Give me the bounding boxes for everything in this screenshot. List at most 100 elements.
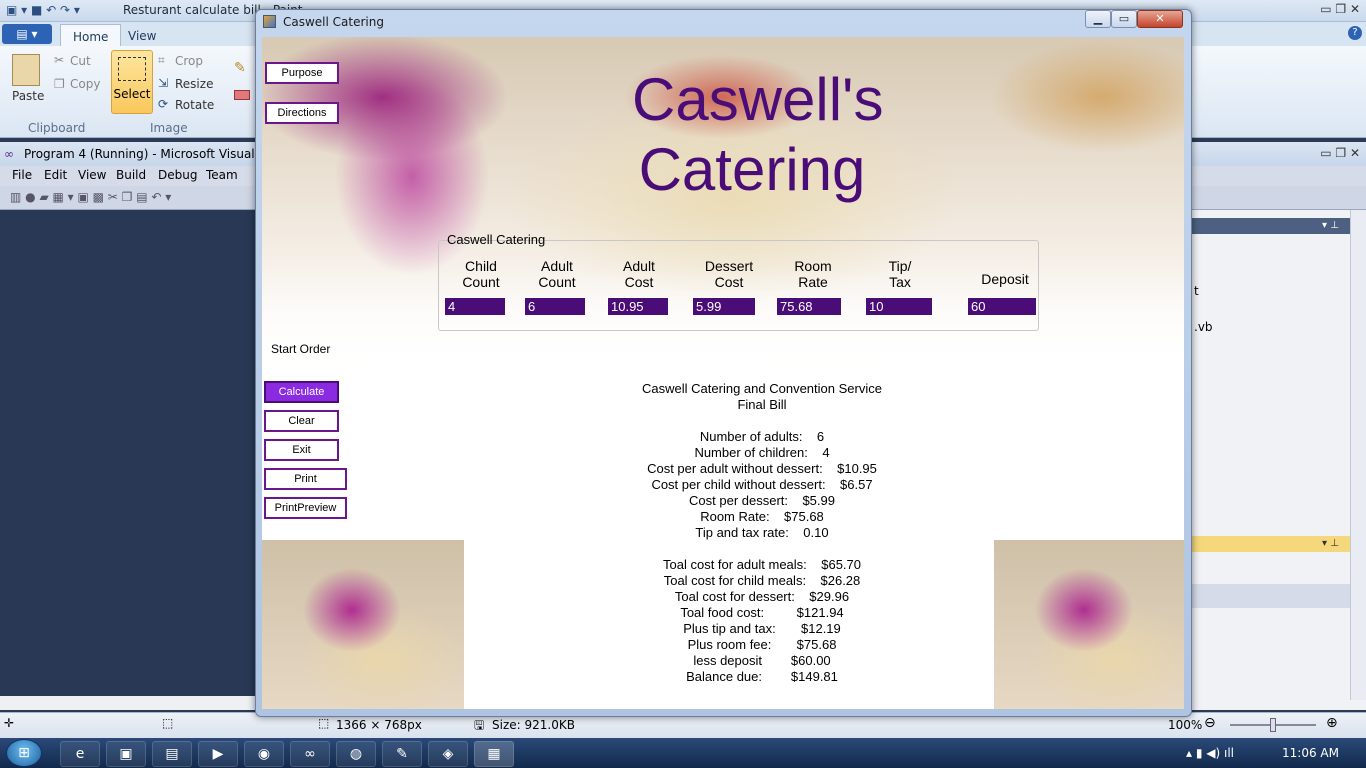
explorer-icon[interactable]: ▤ <box>152 741 192 767</box>
app-icon-1[interactable]: ▣ <box>106 741 146 767</box>
bill-line: Cost per dessert: $5.99 <box>689 493 835 508</box>
dessert-cost-label: Dessert Cost <box>704 258 754 290</box>
vs-menu-edit[interactable]: Edit <box>44 168 67 182</box>
bill-line: Caswell Catering and Convention Service <box>642 381 882 396</box>
visual-studio-icon[interactable]: ∞ <box>290 741 330 767</box>
paste-icon[interactable] <box>12 54 40 86</box>
adult-cost-input[interactable]: 10.95 <box>607 297 669 316</box>
bill-line: Cost per child without dessert: $6.57 <box>651 477 873 492</box>
bill-line: Toal cost for child meals: $26.28 <box>663 573 861 588</box>
select-button[interactable]: Select <box>111 50 153 114</box>
deposit-label: Deposit <box>981 271 1029 287</box>
vs-menu-build[interactable]: Build <box>116 168 146 182</box>
zoom-level: 100% <box>1168 718 1203 732</box>
paint-quick-access[interactable]: ▣ ▾ ■ ↶ ↷ ▾ <box>6 3 106 19</box>
bill-line: Final Bill <box>737 397 787 412</box>
food-image-right <box>994 540 1184 709</box>
room-rate-input[interactable]: 75.68 <box>776 297 842 316</box>
vertical-scrollbar[interactable] <box>1350 210 1366 700</box>
rotate-button[interactable]: Rotate <box>175 98 214 112</box>
tip-tax-input[interactable]: 10 <box>865 297 933 316</box>
bill-line: Plus room fee: $75.68 <box>687 637 837 652</box>
maximize-button[interactable]: ▭ <box>1111 10 1137 28</box>
exit-button[interactable]: Exit <box>264 439 339 461</box>
vs-menu-debug[interactable]: Debug <box>158 168 197 182</box>
form-client-area: Purpose Directions Caswell's Catering Ca… <box>262 37 1184 709</box>
heading-line-1: Caswell's <box>632 66 884 133</box>
cut-icon: ✂ <box>54 53 65 67</box>
cut-button[interactable]: Cut <box>70 54 91 68</box>
vs-logo-icon: ∞ <box>4 147 14 161</box>
resize-button[interactable]: Resize <box>175 77 213 91</box>
media-player-icon[interactable]: ▶ <box>198 741 238 767</box>
zoom-slider-thumb[interactable] <box>1270 718 1276 732</box>
tip-tax-label: Tip/ Tax <box>888 258 912 290</box>
pin-icon-2[interactable]: ▾ ⊥ <box>1322 538 1339 549</box>
paint-menu-button[interactable]: ▤ ▾ <box>2 24 52 44</box>
print-preview-button[interactable]: PrintPreview <box>264 497 347 519</box>
bill-line <box>592 413 932 429</box>
adult-count-input[interactable]: 6 <box>524 297 586 316</box>
clear-button[interactable]: Clear <box>264 410 339 432</box>
tab-home[interactable]: Home <box>60 24 122 46</box>
deposit-input[interactable]: 60 <box>967 297 1037 316</box>
bill-line: Room Rate: $75.68 <box>700 509 824 524</box>
zoom-in-icon[interactable]: ⊕ <box>1326 715 1338 731</box>
tray-icons[interactable]: ▴ ▮ ◀) ıll <box>1186 746 1234 760</box>
hp-icon[interactable]: ◉ <box>244 741 284 767</box>
vs-toolbar-icons[interactable]: ▥ ● ▰ ▦ ▾ ▣ ▩ ✂ ❐ ▤ ↶ ▾ <box>10 190 171 204</box>
crop-button[interactable]: Crop <box>175 54 203 68</box>
vs-menu-view[interactable]: View <box>78 168 106 182</box>
ie-icon[interactable]: e <box>60 741 100 767</box>
caswell-app-icon[interactable]: ▦ <box>474 741 514 767</box>
zoom-out-icon[interactable]: ⊖ <box>1204 715 1216 731</box>
tab-view[interactable]: View <box>116 24 168 46</box>
horizontal-scrollbar[interactable] <box>0 696 260 710</box>
crop-icon: ⌗ <box>158 53 165 67</box>
eraser-icon[interactable] <box>234 90 250 100</box>
select-label: Select <box>113 87 151 101</box>
heading-line-2: Catering <box>638 136 866 203</box>
close-button[interactable]: ✕ <box>1137 10 1183 28</box>
window-app-icon <box>263 15 276 28</box>
clipboard-group-label: Clipboard <box>28 121 86 135</box>
child-count-label: Child Count <box>462 258 500 290</box>
help-icon[interactable]: ? <box>1348 26 1362 40</box>
image-dimensions-icon: ⬚ <box>318 716 330 730</box>
vs-menu-team[interactable]: Team <box>206 168 238 182</box>
child-count-input[interactable]: 4 <box>444 297 506 316</box>
chrome-icon[interactable]: ◍ <box>336 741 376 767</box>
bill-line: Tip and tax rate: 0.10 <box>695 525 829 540</box>
start-button[interactable]: ⊞ <box>6 739 42 767</box>
bill-line: Plus tip and tax: $12.19 <box>683 621 841 636</box>
dessert-cost-input[interactable]: 5.99 <box>692 297 756 316</box>
copy-button[interactable]: Copy <box>70 77 100 91</box>
vs-solution-panel <box>1190 210 1366 710</box>
calculate-button[interactable]: Calculate <box>264 381 339 403</box>
adult-count-label: Adult Count <box>538 258 576 290</box>
pencil-icon[interactable]: ✎ <box>234 60 246 76</box>
paste-button[interactable]: Paste <box>12 89 44 103</box>
paint-window-controls[interactable]: ▭ ❐ ✕ <box>1264 2 1360 18</box>
pin-icon[interactable]: ▾ ⊥ <box>1322 220 1339 231</box>
purpose-button[interactable]: Purpose <box>265 62 339 84</box>
paint-icon[interactable]: ✎ <box>382 741 422 767</box>
copy-icon: ❐ <box>54 77 65 91</box>
bill-line: Toal cost for adult meals: $65.70 <box>663 557 861 572</box>
bill-line: Toal food cost: $121.94 <box>680 605 844 620</box>
vs-menu-file[interactable]: File <box>12 168 32 182</box>
minimize-button[interactable]: ▁ <box>1085 10 1111 28</box>
app-icon-2[interactable]: ◈ <box>428 741 468 767</box>
print-button[interactable]: Print <box>264 468 347 490</box>
cursor-position-icon: ✛ <box>4 716 15 730</box>
clock: 11:06 AM <box>1282 746 1339 760</box>
image-group-label: Image <box>150 121 188 135</box>
vs-right-text-2: .vb <box>1194 320 1213 334</box>
final-bill-output: Caswell Catering and Convention Service F… <box>592 381 932 685</box>
vs-window-controls[interactable]: ▭ ❐ ✕ <box>1270 146 1360 160</box>
file-size-icon: 🖫 <box>474 718 485 732</box>
adult-cost-label: Adult Cost <box>623 258 655 290</box>
selection-size-icon: ⬚ <box>162 716 174 730</box>
bill-line: Number of adults: 6 <box>699 429 825 444</box>
directions-button[interactable]: Directions <box>265 102 339 124</box>
